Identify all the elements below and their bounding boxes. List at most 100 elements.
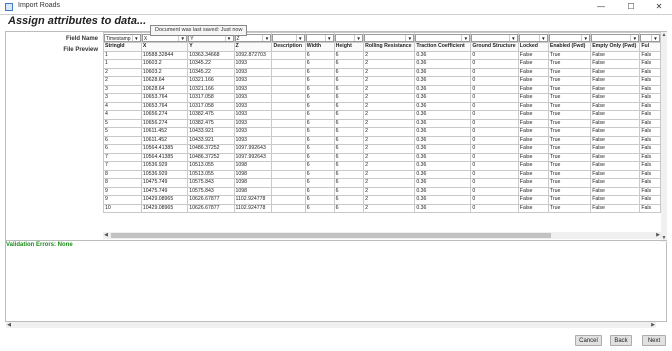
table-cell [271, 178, 306, 188]
column-header: Y [187, 42, 235, 52]
grid-scroll-thumb[interactable] [111, 233, 551, 238]
table-row[interactable]: 1 10588.32844 10363.34668 1092.872703 6 6 2 0.3… [103, 50, 661, 60]
save-status-tooltip: Document was last saved: Just now [150, 25, 248, 36]
table-cell: 7 [103, 152, 142, 162]
table-cell: False [590, 50, 641, 60]
column-header: Height [333, 42, 365, 52]
chevron-down-icon[interactable]: ▼ [581, 34, 590, 41]
column-header: StringId [103, 42, 142, 52]
table-cell: Fals [639, 195, 661, 205]
field-select[interactable]: ▼ [549, 33, 590, 42]
field-select[interactable]: ▼ [272, 33, 305, 42]
chevron-down-icon[interactable]: ▼ [538, 34, 547, 41]
divider [5, 240, 667, 241]
scroll-left-icon[interactable]: ◀ [6, 322, 12, 328]
field-select-value: Timestamp [106, 35, 131, 42]
close-button[interactable]: ✕ [648, 0, 670, 14]
table-row[interactable]: 6 10564.41385 10486.37252 1097.992643 6 6 2 0.3… [103, 144, 661, 154]
chevron-down-icon[interactable]: ▼ [295, 34, 304, 41]
table-cell: 10656.274 [140, 110, 189, 120]
table-cell: 0.36 [414, 101, 472, 111]
chevron-down-icon[interactable]: ▼ [324, 34, 333, 41]
table-row[interactable]: 10 10429.08965 10626.67877 1102.924778 6 6 2 0.… [103, 203, 661, 213]
minimize-button[interactable]: — [590, 0, 612, 14]
table-cell: 5 [103, 127, 142, 137]
table-cell: False [590, 118, 641, 128]
chevron-down-icon[interactable]: ▼ [262, 34, 271, 41]
table-cell [271, 135, 306, 145]
table-cell: 6 [333, 152, 365, 162]
validation-horizontal-scrollbar[interactable]: ◀ ▶ [6, 322, 656, 328]
table-cell: 2 [103, 67, 142, 77]
table-row[interactable]: 7 10536.929 10513.055 1098 6 6 2 0.36 0 False True… [103, 161, 661, 171]
table-row[interactable]: 7 10564.41385 10486.37252 1097.992643 6 6 2 0.3… [103, 152, 661, 162]
field-select[interactable]: ▼ [591, 33, 639, 42]
table-row[interactable]: 8 10475.749 10575.843 1098 6 6 2 0.36 0 False True… [103, 178, 661, 188]
table-cell: False [517, 186, 549, 196]
grid-vertical-scrollbar[interactable]: ▲ ▼ [661, 32, 667, 242]
scroll-up-icon[interactable]: ▲ [661, 32, 667, 38]
table-cell: False [590, 67, 641, 77]
cancel-button[interactable]: Cancel [575, 335, 602, 346]
chevron-down-icon[interactable]: ▼ [651, 34, 659, 41]
field-select[interactable]: ▼ [415, 33, 470, 42]
chevron-down-icon[interactable]: ▼ [131, 34, 140, 41]
table-row[interactable]: 4 10653.764 10317.058 1093 6 6 2 0.36 0 False True… [103, 101, 661, 111]
grid-horizontal-scrollbar[interactable]: ◀ ▶ [103, 232, 661, 239]
table-row[interactable]: 9 10429.08965 10626.67877 1102.924778 6 6 2 0.3… [103, 195, 661, 205]
table-row[interactable]: 5 10611.452 10433.921 1093 6 6 2 0.36 0 False True… [103, 127, 661, 137]
scroll-right-icon[interactable]: ▶ [655, 232, 661, 238]
field-select[interactable]: ▼ [306, 33, 334, 42]
table-row[interactable]: 6 10611.452 10433.921 1093 6 6 2 0.36 0 False True… [103, 135, 661, 145]
table-cell [271, 110, 306, 120]
chevron-down-icon[interactable]: ▼ [461, 34, 470, 41]
table-row[interactable]: 3 10628.64 10321.166 1093 6 6 2 0.36 0 False True F… [103, 84, 661, 94]
table-cell: 0 [470, 169, 519, 179]
table-row[interactable]: 8 10536.929 10513.055 1098 6 6 2 0.36 0 False True… [103, 169, 661, 179]
column-header: Traction Coefficient [414, 42, 472, 52]
table-cell: 10653.764 [140, 93, 189, 103]
table-cell: True [547, 110, 592, 120]
preview-grid[interactable]: Timestamp ▼ X ▼ Y ▼ Z ▼ ▼ ▼ ▼ ▼ ▼ ▼ ▼ ▼ ▼ ▼ StringId X Y Z Des… [103, 32, 661, 242]
field-select[interactable]: ▼ [519, 33, 548, 42]
field-select[interactable]: ▼ [471, 33, 518, 42]
maximize-button[interactable]: ☐ [620, 0, 642, 14]
table-cell: 6 [304, 101, 335, 111]
table-cell: 6 [304, 178, 335, 188]
table-cell: 0 [470, 50, 519, 60]
table-cell: 2 [363, 118, 416, 128]
table-cell: 0.36 [414, 178, 472, 188]
table-row[interactable]: 5 10656.274 10382.475 1093 6 6 2 0.36 0 False True… [103, 118, 661, 128]
table-cell: 1 [103, 59, 142, 69]
table-row[interactable]: 1 10603.2 10345.22 1093 6 6 2 0.36 0 False True Fal… [103, 59, 661, 69]
table-cell: 6 [333, 135, 365, 145]
chevron-down-icon[interactable]: ▼ [508, 34, 517, 41]
field-select[interactable]: ▼ [335, 33, 363, 42]
field-select[interactable]: ▼ [364, 33, 414, 42]
table-row[interactable]: 3 10653.764 10317.058 1093 6 6 2 0.36 0 False True… [103, 93, 661, 103]
table-row[interactable]: 2 10603.2 10345.22 1093 6 6 2 0.36 0 False True Fal… [103, 67, 661, 77]
table-cell: 2 [363, 59, 416, 69]
table-row[interactable]: 4 10656.274 10382.475 1093 6 6 2 0.36 0 False True… [103, 110, 661, 120]
scroll-left-icon[interactable]: ◀ [103, 232, 109, 238]
table-cell: 0.36 [414, 203, 472, 213]
chevron-down-icon[interactable]: ▼ [405, 34, 414, 41]
table-cell: False [517, 144, 549, 154]
field-select[interactable]: Timestamp ▼ [104, 33, 141, 42]
back-button[interactable]: Back [610, 335, 632, 346]
next-button[interactable]: Next [642, 335, 666, 346]
field-select[interactable]: ▼ [640, 33, 660, 42]
table-row[interactable]: 2 10628.64 10321.166 1093 6 6 2 0.36 0 False True F… [103, 76, 661, 86]
table-cell: 1098 [233, 169, 273, 179]
field-select-cell: ▼ [363, 32, 416, 43]
table-cell: 10564.41385 [140, 144, 189, 154]
table-cell: True [547, 169, 592, 179]
chevron-down-icon[interactable]: ▼ [630, 34, 639, 41]
chevron-down-icon[interactable]: ▼ [354, 34, 363, 41]
table-row[interactable]: 9 10475.749 10575.843 1098 6 6 2 0.36 0 False True… [103, 186, 661, 196]
table-cell: False [517, 127, 549, 137]
scroll-right-icon[interactable]: ▶ [650, 322, 656, 328]
table-cell: 1093 [233, 101, 273, 111]
table-cell [271, 76, 306, 86]
table-cell: 0 [470, 203, 519, 213]
